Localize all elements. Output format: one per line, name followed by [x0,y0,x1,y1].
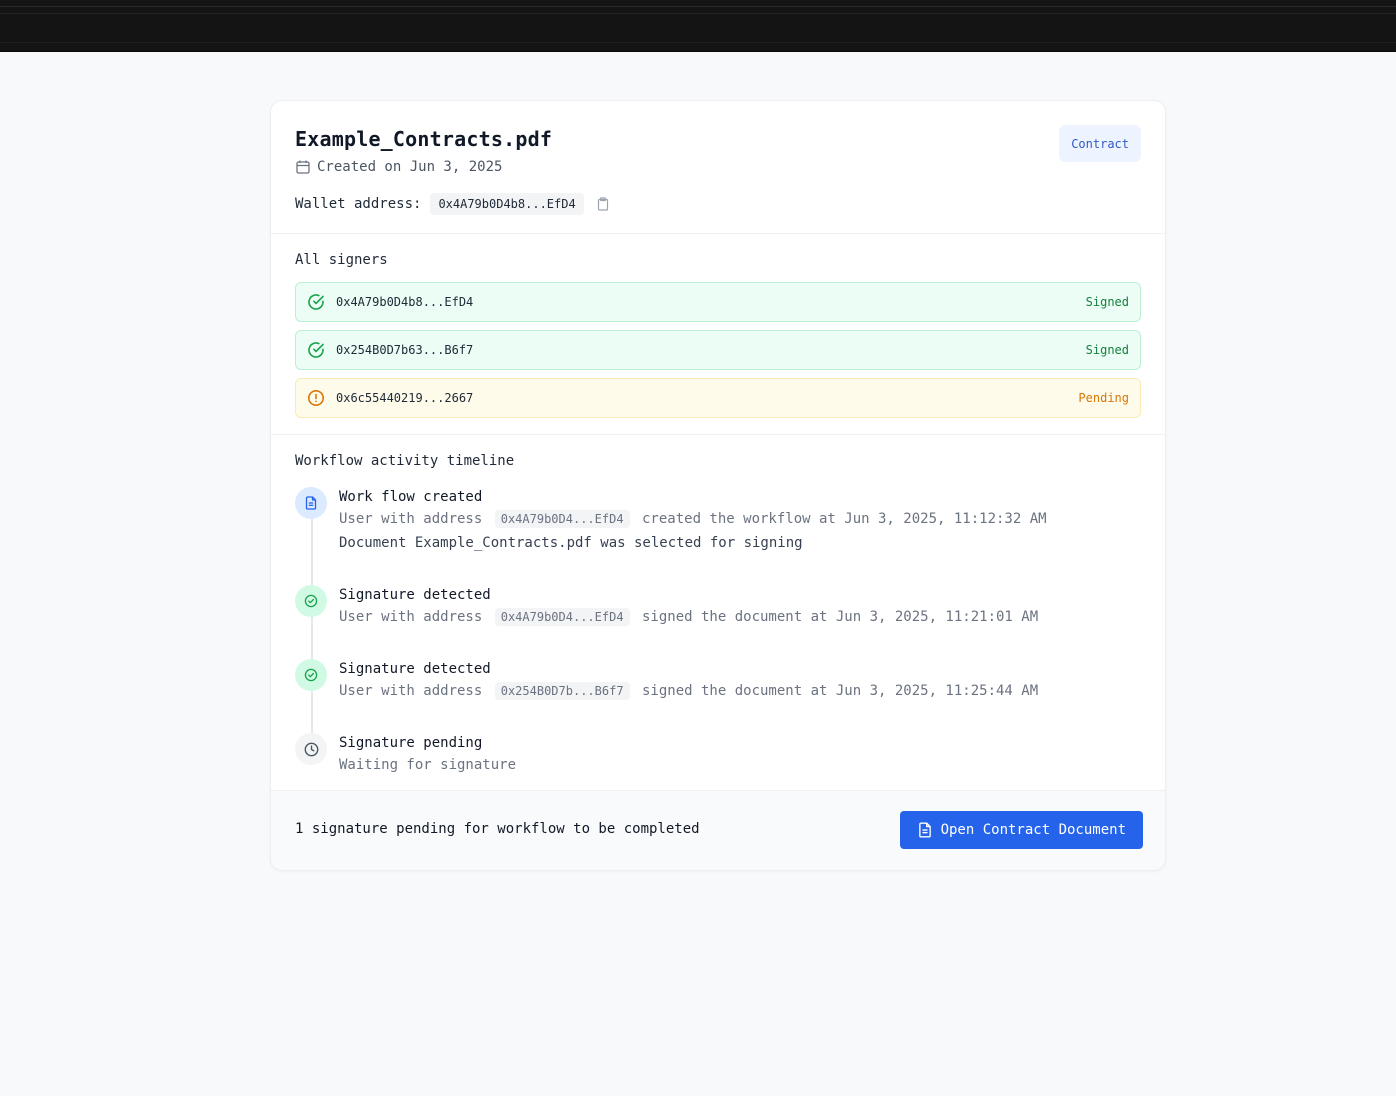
timeline-item-text: User with address 0x4A79b0D4...EfD4 sign… [339,608,1039,626]
check-circle-icon [295,585,327,617]
timeline-item-text: User with address 0x254B0D7b...B6f7 sign… [339,682,1039,700]
timeline-item-extra: Document Example_Contracts.pdf was selec… [339,535,803,551]
clock-icon [295,733,327,765]
signers-title: All signers [295,252,388,268]
card-footer: 1 signature pending for workflow to be c… [271,790,1165,870]
timeline-item-text: Waiting for signature [339,757,517,773]
signer-row: 0x4A79b0D4b8...EfD4 Signed [295,282,1141,322]
timeline-item-title: Signature detected [339,587,491,603]
calendar-icon [295,159,311,175]
check-circle-icon [307,293,325,311]
signer-address: 0x4A79b0D4b8...EfD4 [336,295,474,309]
signer-row: 0x254B0D7b63...B6f7 Signed [295,330,1141,370]
workflow-card: Example_Contracts.pdf Created on Jun 3, … [270,100,1166,871]
document-title: Example_Contracts.pdf [295,127,553,151]
signer-status: Signed [1085,343,1129,357]
pending-summary: 1 signature pending for workflow to be c… [295,821,700,837]
check-circle-icon [295,659,327,691]
timeline-item-title: Signature pending [339,735,483,751]
signers-section: All signers 0x4A79b0D4b8...EfD4 Signed 0… [271,234,1165,435]
wallet-address-row: Wallet address: 0x4A79b0D4b8...EfD4 [295,193,610,215]
created-date: Created on Jun 3, 2025 [295,159,502,175]
timeline-title: Workflow activity timeline [295,453,515,469]
open-button-label: Open Contract Document [940,822,1126,838]
activity-timeline: Workflow activity timeline Work flow cre… [271,435,1165,792]
timeline-item-text: User with address 0x4A79b0D4...EfD4 crea… [339,510,1047,528]
wallet-address-chip: 0x4A79b0D4b8...EfD4 [430,193,584,215]
check-circle-icon [307,341,325,359]
signer-address: 0x254B0D7b63...B6f7 [336,343,474,357]
timeline-connector [311,505,313,745]
top-bar [0,0,1396,52]
timeline-item-title: Work flow created [339,489,483,505]
file-text-icon [917,822,933,838]
timeline-item-title: Signature detected [339,661,491,677]
signer-address: 0x6c55440219...2667 [336,391,474,405]
address-chip: 0x4A79b0D4...EfD4 [494,510,630,528]
document-type-badge: Contract [1059,125,1141,162]
document-header: Example_Contracts.pdf Created on Jun 3, … [271,101,1165,234]
alert-circle-icon [307,389,325,407]
signer-status: Signed [1085,295,1129,309]
address-chip: 0x4A79b0D4...EfD4 [494,608,630,626]
clipboard-icon[interactable] [596,197,610,211]
created-date-text: Created on Jun 3, 2025 [317,159,503,175]
signer-status: Pending [1078,391,1129,405]
address-chip: 0x254B0D7b...B6f7 [494,682,630,700]
open-contract-document-button[interactable]: Open Contract Document [899,811,1143,849]
signer-row: 0x6c55440219...2667 Pending [295,378,1141,418]
file-text-icon [295,487,327,519]
wallet-label: Wallet address: [295,196,422,212]
